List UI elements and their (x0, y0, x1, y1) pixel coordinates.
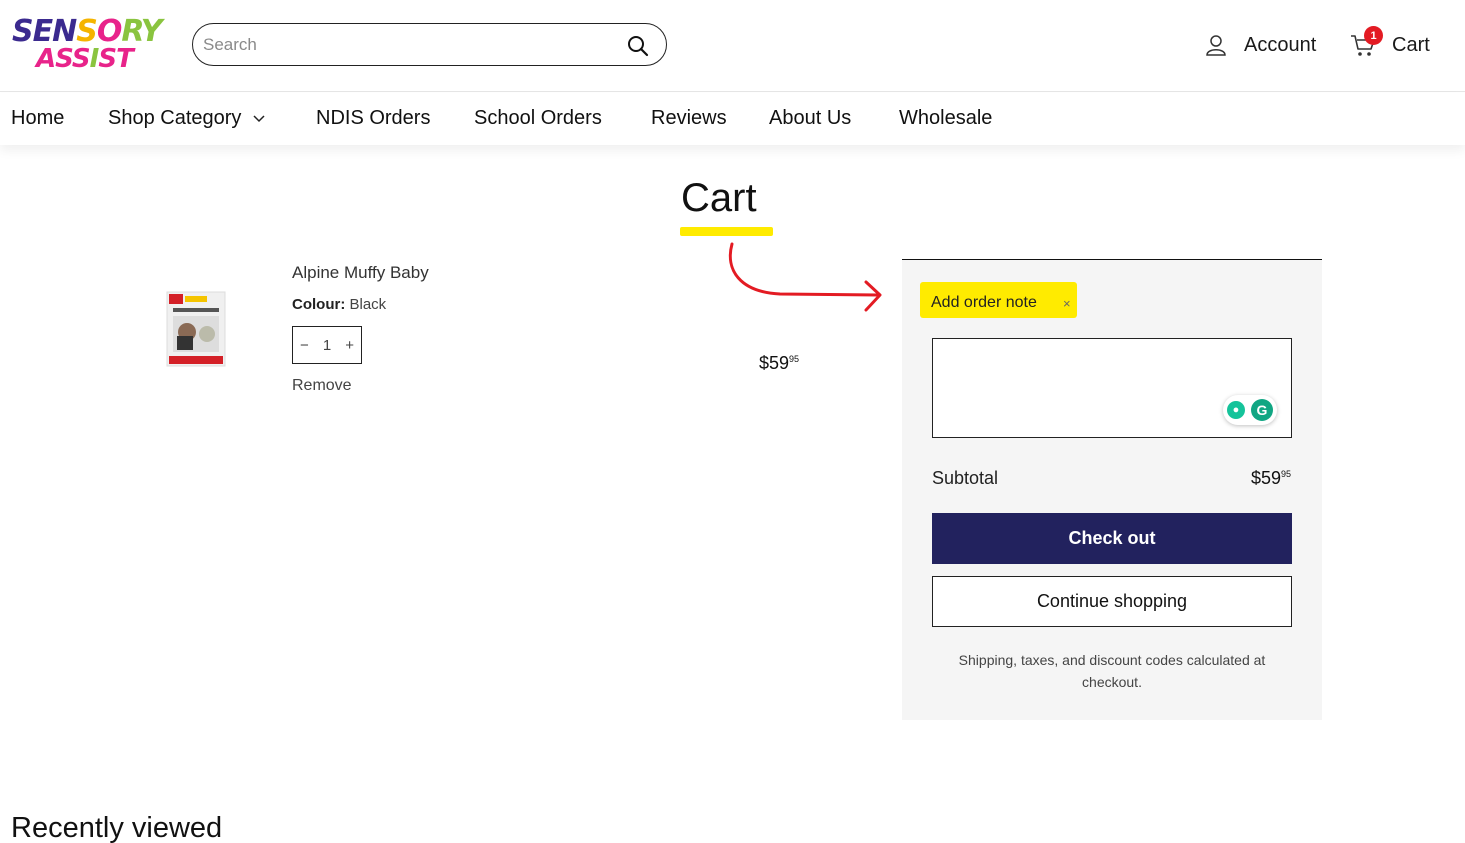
title-highlight-annotation (680, 227, 773, 236)
account-link[interactable]: Account (1205, 30, 1316, 60)
page-title: Cart (681, 176, 757, 220)
cart-count-badge: 1 (1364, 26, 1383, 45)
price-main: $59 (759, 353, 790, 373)
nav-item-wholesale[interactable]: Wholesale (899, 107, 992, 130)
nav-label: Reviews (651, 107, 727, 129)
cart-link[interactable]: 1 Cart (1350, 26, 1430, 60)
search-icon[interactable] (626, 34, 650, 58)
nav-item-home[interactable]: Home (11, 107, 64, 130)
nav-item-about-us[interactable]: About Us (769, 107, 851, 130)
colour-value: Black (349, 296, 387, 313)
subtotal-value: $5995 (1251, 468, 1291, 489)
nav-label: Home (11, 107, 65, 129)
red-arrow-annotation (728, 242, 882, 312)
qty-decrease-button[interactable]: − (300, 337, 309, 354)
subtotal-label: Subtotal (932, 468, 999, 488)
remove-item-link[interactable]: Remove (292, 377, 352, 395)
nav-label: NDIS Orders (316, 107, 431, 129)
item-price: $5995 (759, 353, 799, 374)
price-cents: 95 (789, 354, 800, 364)
nav-item-school-orders[interactable]: School Orders (474, 107, 602, 130)
cart-summary-panel: Add order note × ● G Subtotal $5995 Chec… (902, 259, 1322, 720)
qty-value[interactable]: 1 (323, 337, 331, 354)
quantity-stepper: − 1 + (292, 326, 362, 364)
subtotal-cents: 95 (1280, 469, 1291, 479)
add-order-note-toggle[interactable]: Add order note (931, 294, 1037, 312)
grammarly-icon: G (1251, 399, 1273, 421)
cart-label: Cart (1392, 33, 1430, 56)
nav-item-reviews[interactable]: Reviews (651, 107, 727, 130)
qty-increase-button[interactable]: + (345, 337, 354, 354)
site-logo[interactable]: SENSORY ASSIST (10, 10, 165, 82)
nav-label: School Orders (474, 107, 602, 129)
logo-line-2: ASSIST (36, 44, 134, 74)
nav-item-ndis-orders[interactable]: NDIS Orders (316, 107, 430, 130)
search-bar (192, 23, 667, 66)
shipping-note: Shipping, taxes, and discount codes calc… (958, 652, 1266, 690)
recently-viewed-heading: Recently viewed (11, 812, 223, 843)
user-icon (1206, 35, 1226, 56)
grammarly-widget[interactable]: ● G (1223, 395, 1277, 425)
nav-label: Shop Category (108, 107, 242, 129)
product-colour: Colour: Black (292, 296, 386, 313)
close-icon[interactable]: × (1063, 296, 1071, 311)
cart-icon-wrapper: 1 (1350, 26, 1383, 58)
search-input[interactable] (203, 32, 613, 57)
order-note-field: ● G (932, 338, 1292, 438)
continue-shopping-button[interactable]: Continue shopping (932, 576, 1292, 627)
subtotal-main: $59 (1250, 468, 1281, 488)
nav-item-shop-category[interactable]: Shop Category (108, 107, 265, 130)
colour-label: Colour: (292, 296, 346, 313)
checkout-button[interactable]: Check out (932, 513, 1292, 564)
chevron-down-icon (253, 114, 265, 122)
product-image[interactable] (165, 290, 227, 368)
main-nav: Home Shop Category NDIS Orders School Or… (0, 93, 1465, 145)
site-header: SENSORY ASSIST Account 1 Cart (0, 0, 1465, 92)
product-name[interactable]: Alpine Muffy Baby (292, 263, 429, 283)
nav-label: About Us (769, 107, 852, 129)
lightbulb-icon: ● (1227, 401, 1245, 419)
account-label: Account (1244, 33, 1317, 56)
nav-label: Wholesale (899, 107, 993, 129)
